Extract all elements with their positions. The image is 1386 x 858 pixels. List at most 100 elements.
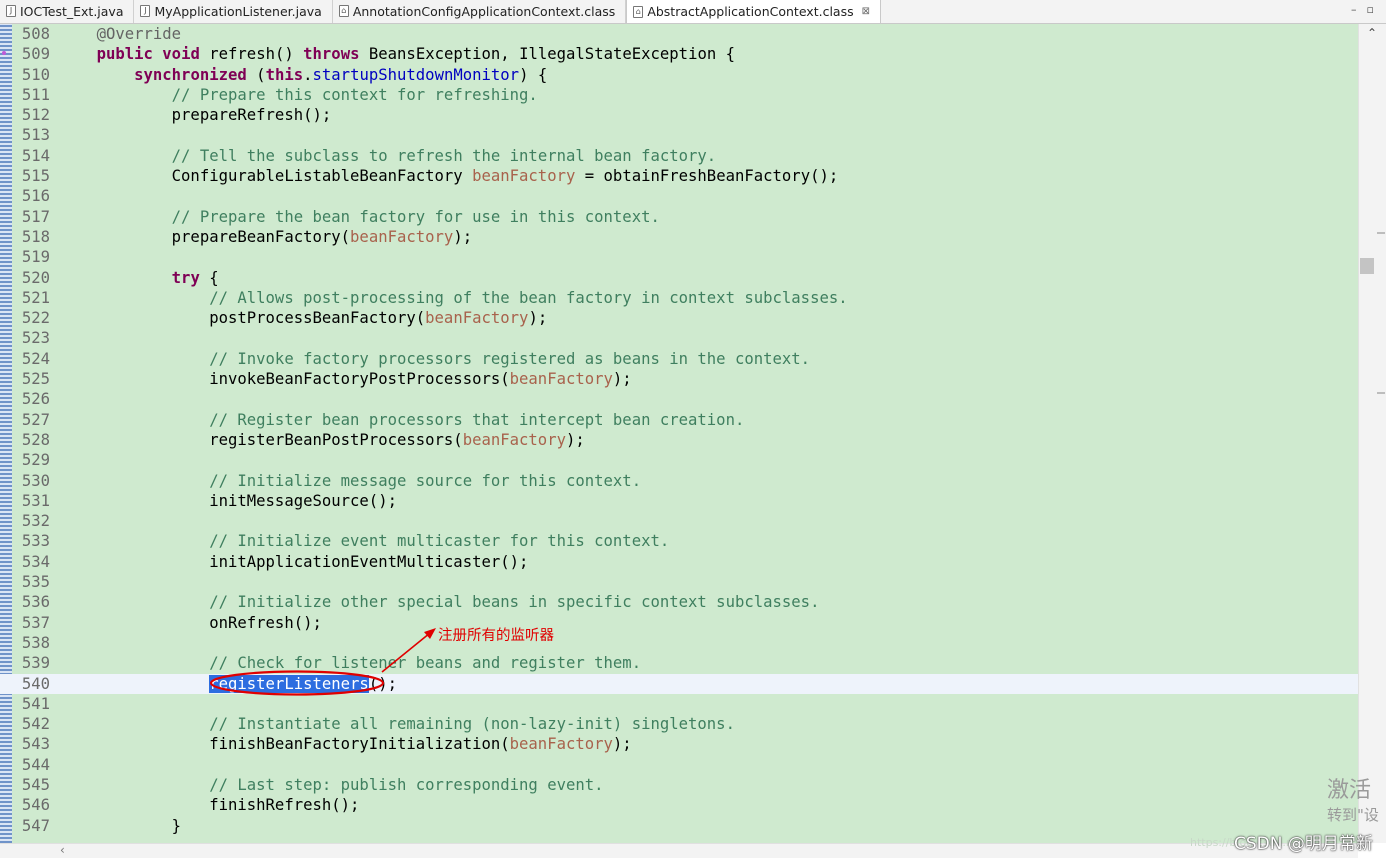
line-number: 539 — [21, 654, 50, 673]
code-token: // Invoke factory processors registered … — [209, 349, 811, 368]
maximize-icon[interactable]: ▫ — [1367, 3, 1374, 16]
code-line[interactable]: 521 // Allows post-processing of the bea… — [0, 288, 1358, 308]
code-line[interactable]: 522 postProcessBeanFactory(beanFactory); — [0, 308, 1358, 328]
line-number: 515 — [21, 167, 50, 186]
code-text: // Allows post-processing of the bean fa… — [59, 288, 847, 308]
tab-abstractapplicationcontext-class[interactable]: ⌂ AbstractApplicationContext.class ⊠ — [626, 0, 881, 23]
tab-annotationconfigapplicationcontext-class[interactable]: ⌂ AnnotationConfigApplicationContext.clas… — [333, 0, 627, 23]
code-line[interactable]: 545 // Last step: publish corresponding … — [0, 775, 1358, 795]
minimize-icon[interactable]: – — [1351, 3, 1357, 16]
code-token: finishBeanFactoryInitialization( — [59, 735, 510, 754]
code-token: beanFactory — [509, 370, 613, 389]
code-line[interactable]: 518 prepareBeanFactory(beanFactory); — [0, 227, 1358, 247]
tab-ioctest-ext-java[interactable]: J IOCTest_Ext.java — [0, 0, 135, 23]
code-token: // Initialize message source for this co… — [209, 471, 642, 490]
code-token: throws — [303, 45, 360, 64]
code-token: // Tell the subclass to refresh the inte… — [171, 146, 717, 165]
code-line[interactable]: 541 — [0, 694, 1358, 714]
code-line[interactable]: 511 // Prepare this context for refreshi… — [0, 85, 1358, 105]
code-line[interactable]: 519 — [0, 247, 1358, 267]
code-line[interactable]: 514 // Tell the subclass to refresh the … — [0, 146, 1358, 166]
code-line[interactable]: 532 — [0, 511, 1358, 531]
tab-label: IOCTest_Ext.java — [20, 3, 124, 19]
code-line[interactable]: 544 — [0, 755, 1358, 775]
code-token: ); — [612, 370, 632, 389]
code-token: ); — [565, 430, 585, 449]
code-line[interactable]: 524 // Invoke factory processors registe… — [0, 349, 1358, 369]
line-number: 528 — [21, 430, 50, 449]
code-line[interactable]: 529 — [0, 450, 1358, 470]
code-text: initMessageSource(); — [59, 491, 397, 511]
code-text: // Initialize message source for this co… — [59, 471, 641, 491]
code-line[interactable]: 527 // Register bean processors that int… — [0, 410, 1358, 430]
line-number: 519 — [21, 248, 50, 267]
code-token: } — [59, 816, 182, 835]
code-line[interactable]: 536 // Initialize other special beans in… — [0, 592, 1358, 612]
code-line[interactable]: 547 } — [0, 816, 1358, 836]
code-token: // Initialize other special beans in spe… — [209, 593, 820, 612]
code-token: // Initialize event multicaster for this… — [209, 532, 670, 551]
code-token: ConfigurableListableBeanFactory — [59, 167, 473, 186]
line-number: 516 — [21, 187, 50, 206]
code-token: beanFactory — [350, 227, 454, 246]
code-line[interactable]: 516 — [0, 186, 1358, 206]
activation-watermark-sub: 转到"设 — [1327, 806, 1379, 824]
code-line[interactable]: 517 // Prepare the bean factory for use … — [0, 207, 1358, 227]
code-text: // Initialize event multicaster for this… — [59, 531, 669, 551]
code-text: try { — [59, 268, 219, 288]
code-line[interactable]: 540 registerListeners(); — [0, 673, 1358, 694]
code-token: this — [265, 65, 304, 84]
scroll-thumb[interactable] — [1360, 258, 1374, 274]
code-token: registerBeanPostProcessors( — [59, 430, 463, 449]
code-line[interactable]: 528 registerBeanPostProcessors(beanFacto… — [0, 430, 1358, 450]
line-number: 533 — [21, 532, 50, 551]
horizontal-scrollbar[interactable]: ‹ — [0, 843, 1358, 858]
code-line[interactable]: 543 finishBeanFactoryInitialization(bean… — [0, 734, 1358, 754]
code-line[interactable]: 512 prepareRefresh(); — [0, 105, 1358, 125]
overview-ruler-mark[interactable] — [1377, 392, 1385, 394]
code-line[interactable]: 526 — [0, 389, 1358, 409]
code-line[interactable]: 531 initMessageSource(); — [0, 491, 1358, 511]
code-line[interactable]: 525 invokeBeanFactoryPostProcessors(bean… — [0, 369, 1358, 389]
close-tab-icon[interactable]: ⊠ — [862, 6, 870, 17]
code-line[interactable]: 533 // Initialize event multicaster for … — [0, 531, 1358, 551]
code-token: startupShutdownMonitor — [312, 65, 520, 84]
java-file-icon: J — [6, 5, 16, 17]
code-line[interactable]: 539 // Check for listener beans and regi… — [0, 653, 1358, 673]
code-line[interactable]: 534 initApplicationEventMulticaster(); — [0, 552, 1358, 572]
code-line[interactable]: 520 try { — [0, 268, 1358, 288]
code-line[interactable]: 523 — [0, 328, 1358, 348]
code-token: beanFactory — [425, 309, 529, 328]
code-line[interactable]: 542 // Instantiate all remaining (non-la… — [0, 714, 1358, 734]
code-line[interactable]: 509 public void refresh() throws BeansEx… — [0, 44, 1358, 64]
vertical-scrollbar[interactable]: ⌃ — [1358, 24, 1386, 843]
code-text: ConfigurableListableBeanFactory beanFact… — [59, 166, 839, 186]
code-text: finishRefresh(); — [59, 795, 359, 815]
code-editor[interactable]: 508 @Override 509 public void refresh() t… — [0, 24, 1358, 843]
code-token: initApplicationEventMulticaster(); — [59, 552, 529, 571]
code-token: ); — [453, 227, 473, 246]
overview-ruler-mark[interactable] — [1377, 232, 1385, 234]
code-line[interactable]: 510 synchronized (this.startupShutdownMo… — [0, 65, 1358, 85]
code-token: invokeBeanFactoryPostProcessors( — [59, 370, 510, 389]
tab-myapplicationlistener-java[interactable]: J MyApplicationListener.java — [134, 0, 333, 23]
code-line[interactable]: 546 finishRefresh(); — [0, 795, 1358, 815]
line-number: 538 — [21, 633, 50, 652]
code-text: postProcessBeanFactory(beanFactory); — [59, 308, 547, 328]
code-line[interactable]: 530 // Initialize message source for thi… — [0, 471, 1358, 491]
code-line[interactable]: 538 — [0, 633, 1358, 653]
code-line[interactable]: 515 ConfigurableListableBeanFactory bean… — [0, 166, 1358, 186]
code-text: @Override — [59, 24, 182, 44]
code-line[interactable]: 508 @Override — [0, 24, 1358, 44]
code-line[interactable]: 513 — [0, 125, 1358, 145]
code-line[interactable]: 537 onRefresh(); — [0, 613, 1358, 633]
scroll-up-icon[interactable]: ⌃ — [1367, 26, 1377, 40]
scroll-left-icon[interactable]: ‹ — [60, 843, 65, 857]
code-line[interactable]: 535 — [0, 572, 1358, 592]
